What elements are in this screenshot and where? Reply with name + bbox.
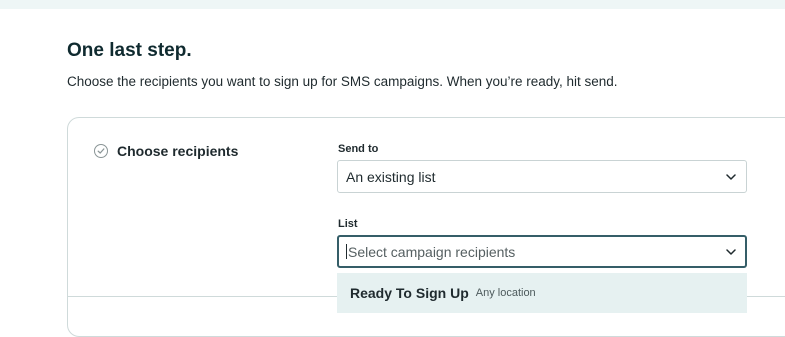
top-banner bbox=[0, 0, 785, 9]
list-placeholder: Select campaign recipients bbox=[348, 243, 516, 260]
check-circle-icon bbox=[94, 144, 108, 158]
send-to-label: Send to bbox=[338, 143, 379, 155]
chevron-down-icon bbox=[724, 170, 738, 184]
list-label: List bbox=[338, 218, 358, 230]
option-location: Any location bbox=[475, 287, 536, 299]
dropdown-option-ready-to-sign-up[interactable]: Ready To Sign Up Any location bbox=[337, 273, 747, 313]
list-select[interactable]: Select campaign recipients bbox=[337, 235, 747, 268]
step-choose-recipients: Choose recipients bbox=[94, 143, 238, 159]
text-cursor bbox=[346, 244, 347, 259]
step-label: Choose recipients bbox=[117, 143, 239, 159]
chevron-down-icon bbox=[724, 245, 738, 259]
send-to-select[interactable]: An existing list bbox=[337, 160, 747, 193]
option-name: Ready To Sign Up bbox=[350, 285, 469, 301]
page-description: Choose the recipients you want to sign u… bbox=[67, 74, 618, 89]
send-to-value: An existing list bbox=[346, 168, 436, 185]
page-title: One last step. bbox=[67, 40, 192, 61]
